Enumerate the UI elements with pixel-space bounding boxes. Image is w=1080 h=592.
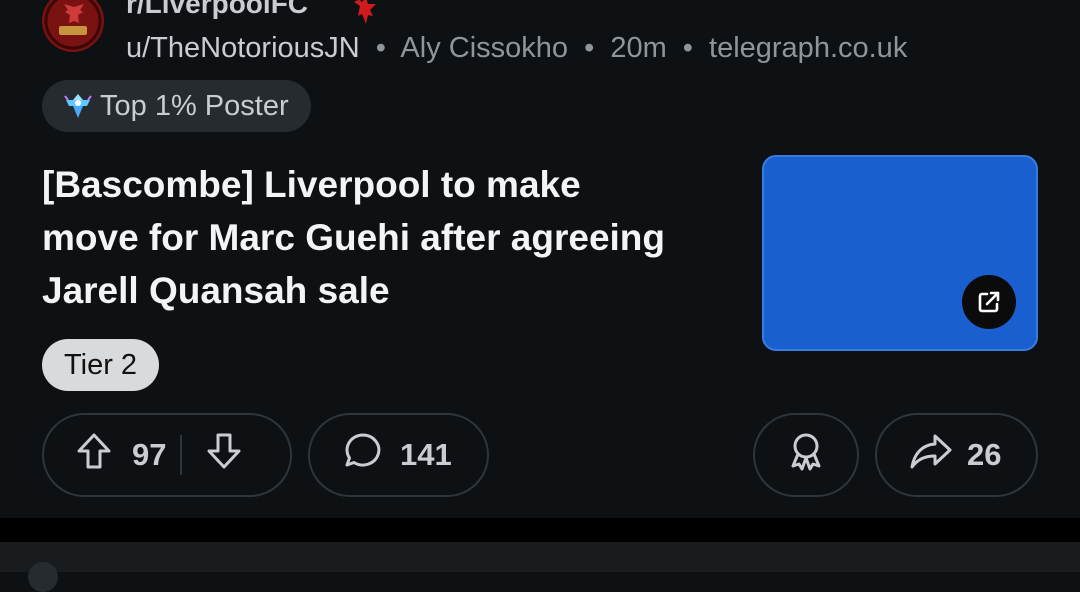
share-count: 26 — [967, 437, 1002, 472]
subreddit-avatar[interactable] — [42, 0, 104, 52]
post-flair-tier[interactable]: Tier 2 — [42, 339, 160, 391]
meta-separator: • — [682, 32, 693, 64]
award-button[interactable] — [753, 413, 859, 497]
subreddit-name[interactable]: r/LiverpoolFC — [126, 0, 308, 20]
share-button[interactable]: 26 — [875, 413, 1038, 497]
vote-divider — [180, 435, 183, 475]
top-poster-label: Top 1% Poster — [100, 89, 289, 122]
liver-bird-icon — [346, 0, 378, 31]
post-card[interactable]: r/LiverpoolFC u/TheNotoriousJN • Aly Cis… — [0, 0, 1080, 518]
post-age: 20m — [610, 32, 667, 64]
upvote-arrow-icon[interactable] — [74, 431, 114, 479]
meta-separator: • — [584, 32, 595, 64]
next-post-avatar[interactable] — [28, 562, 58, 592]
award-ribbon-icon — [785, 430, 827, 480]
comment-count: 141 — [400, 437, 452, 472]
author-flair: Aly Cissokho — [400, 32, 569, 64]
upvote-count: 97 — [132, 437, 167, 472]
meta-separator: • — [375, 32, 386, 64]
top-poster-icon — [62, 90, 94, 122]
post-title[interactable]: [Bascombe] Liverpool to make move for Ma… — [42, 158, 682, 317]
comments-button[interactable]: 141 — [308, 413, 489, 497]
vote-control: 97 — [42, 413, 292, 497]
comment-bubble-icon — [342, 430, 384, 480]
share-arrow-icon — [909, 431, 953, 479]
top-poster-badge[interactable]: Top 1% Poster — [42, 80, 311, 132]
author-link[interactable]: u/TheNotoriousJN — [126, 32, 360, 64]
next-post-card[interactable] — [0, 542, 1080, 592]
link-thumbnail[interactable] — [762, 155, 1038, 351]
link-domain[interactable]: telegraph.co.uk — [709, 32, 907, 64]
downvote-arrow-icon[interactable] — [204, 431, 244, 479]
external-link-icon[interactable] — [962, 275, 1016, 329]
post-meta: u/TheNotoriousJN • Aly Cissokho • 20m • … — [126, 32, 907, 65]
feed-divider — [0, 518, 1080, 542]
